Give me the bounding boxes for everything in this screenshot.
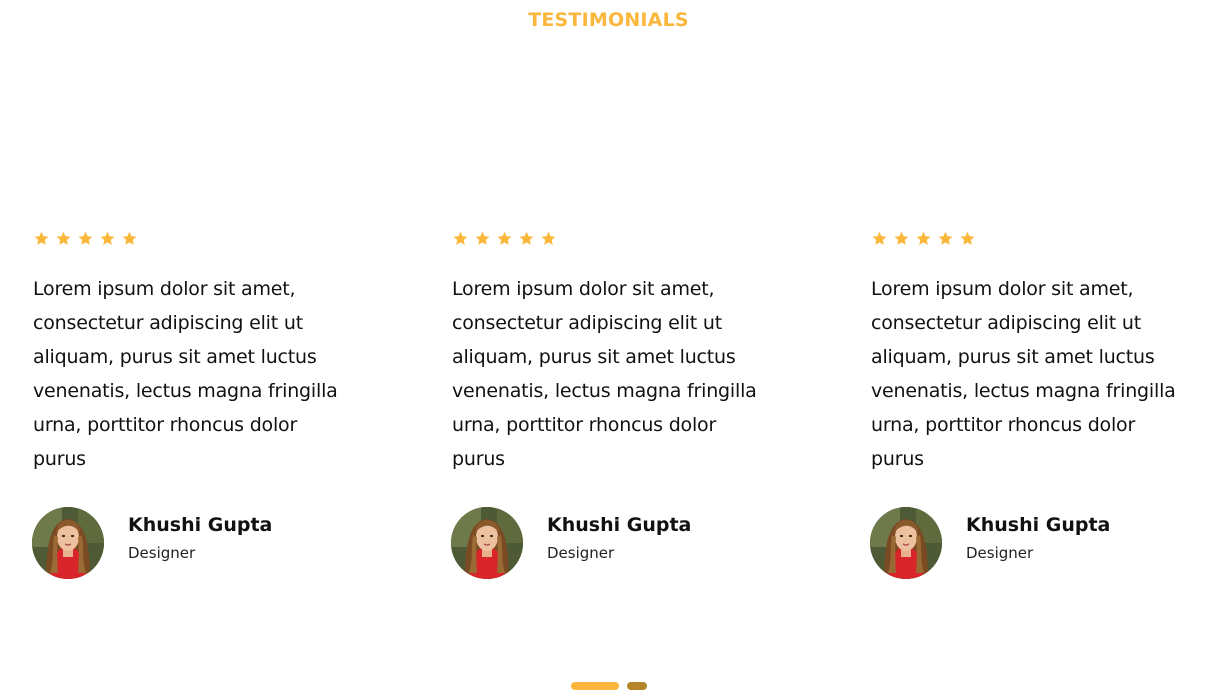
star-icon <box>518 230 535 247</box>
author-role: Designer <box>966 544 1034 562</box>
testimonial-quote: Lorem ipsum dolor sit amet, consectetur … <box>871 278 1176 470</box>
star-rating <box>452 228 772 248</box>
avatar <box>32 507 104 579</box>
star-icon <box>99 230 116 247</box>
star-icon <box>893 230 910 247</box>
testimonial-author: Khushi Gupta Designer <box>32 507 272 579</box>
avatar <box>870 507 942 579</box>
author-name: Khushi Gupta <box>966 514 1111 536</box>
pagination-dot-active[interactable] <box>571 682 619 690</box>
star-icon <box>540 230 557 247</box>
section-title: TESTIMONIALS <box>528 9 689 31</box>
testimonial-author: Khushi Gupta Designer <box>451 507 691 579</box>
testimonial-card: Lorem ipsum dolor sit amet, consectetur … <box>870 228 1191 579</box>
star-icon <box>871 230 888 247</box>
star-icon <box>55 230 72 247</box>
testimonials-carousel: Lorem ipsum dolor sit amet, consectetur … <box>0 228 1217 588</box>
author-role: Designer <box>128 544 196 562</box>
pagination-dot[interactable] <box>627 682 647 690</box>
testimonial-card: Lorem ipsum dolor sit amet, consectetur … <box>32 228 353 579</box>
star-icon <box>496 230 513 247</box>
star-icon <box>937 230 954 247</box>
star-rating <box>33 228 353 248</box>
star-icon <box>121 230 138 247</box>
star-icon <box>77 230 94 247</box>
testimonial-author: Khushi Gupta Designer <box>870 507 1110 579</box>
star-icon <box>33 230 50 247</box>
testimonial-quote: Lorem ipsum dolor sit amet, consectetur … <box>452 278 757 470</box>
testimonial-card: Lorem ipsum dolor sit amet, consectetur … <box>451 228 772 579</box>
testimonial-quote: Lorem ipsum dolor sit amet, consectetur … <box>33 278 338 470</box>
star-icon <box>915 230 932 247</box>
star-icon <box>959 230 976 247</box>
author-role: Designer <box>547 544 615 562</box>
avatar <box>451 507 523 579</box>
star-icon <box>452 230 469 247</box>
author-name: Khushi Gupta <box>547 514 692 536</box>
author-name: Khushi Gupta <box>128 514 273 536</box>
carousel-pagination <box>571 682 647 690</box>
star-rating <box>871 228 1191 248</box>
star-icon <box>474 230 491 247</box>
